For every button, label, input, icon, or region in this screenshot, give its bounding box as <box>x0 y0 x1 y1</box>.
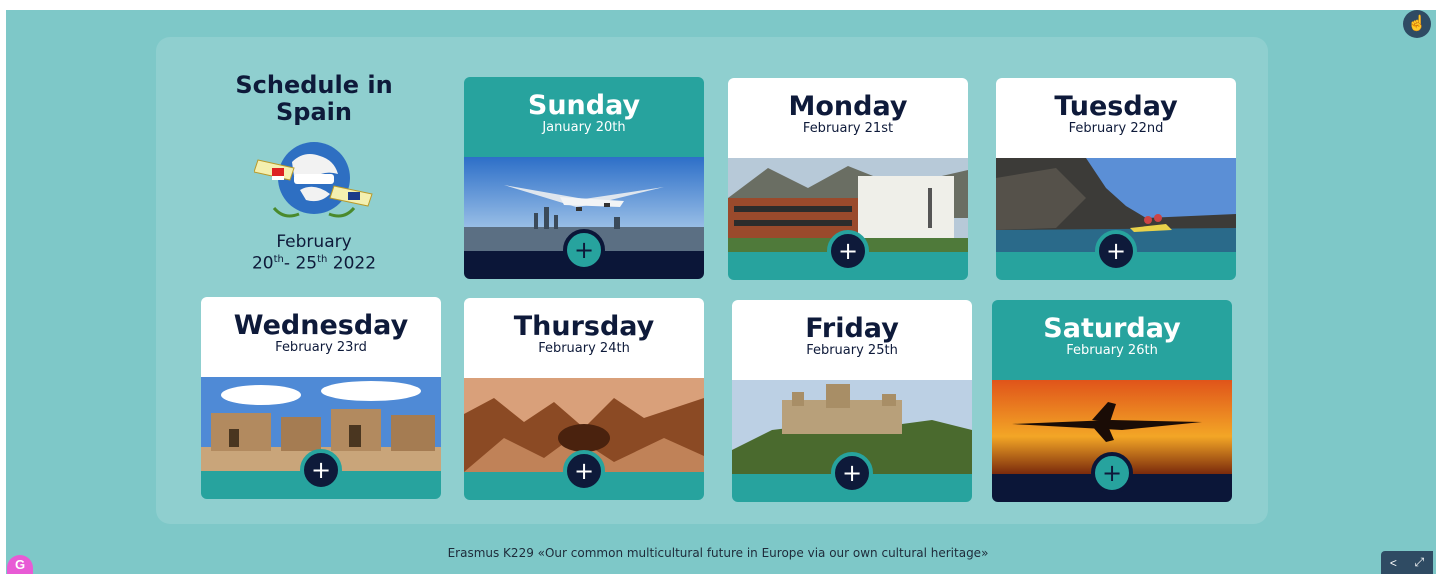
touch-icon[interactable]: ☝ <box>1403 10 1431 38</box>
card-date: January 20th <box>542 120 626 135</box>
expand-plus-button[interactable]: + <box>827 230 869 272</box>
date-range: 20th- 25th 2022 <box>214 251 414 273</box>
day-card-wednesday[interactable]: Wednesday February 23rd + <box>201 297 441 499</box>
day-card-sunday[interactable]: Sunday January 20th + <box>464 77 704 279</box>
card-day: Tuesday <box>1054 91 1178 122</box>
card-date: February 26th <box>1066 343 1158 358</box>
date-start-sup: th <box>273 254 284 265</box>
schedule-title: Schedule in Spain <box>214 72 414 126</box>
day-card-thursday[interactable]: Thursday February 24th + <box>464 298 704 500</box>
erasmus-logo <box>253 138 374 228</box>
expand-plus-button[interactable]: + <box>831 452 873 494</box>
card-day: Thursday <box>513 311 655 342</box>
expand-plus-button[interactable]: + <box>1095 230 1137 272</box>
title-line-1: Schedule in <box>235 71 393 99</box>
card-day: Friday <box>805 313 899 344</box>
fullscreen-icon[interactable]: ⤢ <box>1415 555 1425 570</box>
expand-plus-button[interactable]: + <box>1091 452 1133 494</box>
card-day: Sunday <box>527 90 641 121</box>
card-header: Tuesday February 22nd <box>996 78 1236 158</box>
share-icon[interactable]: < <box>1390 556 1397 570</box>
schedule-intro: Schedule in Spain February 20th- 25th 20… <box>214 72 414 273</box>
day-card-friday[interactable]: Friday February 25th + <box>732 300 972 502</box>
day-card-saturday[interactable]: Saturday February 26th + <box>992 300 1232 502</box>
card-header: Friday February 25th <box>732 300 972 380</box>
card-date: February 24th <box>538 341 630 356</box>
date-separator: - <box>283 253 296 274</box>
day-card-tuesday[interactable]: Tuesday February 22nd + <box>996 78 1236 280</box>
g-badge-icon[interactable]: G <box>7 555 33 574</box>
card-date: February 25th <box>806 343 898 358</box>
expand-plus-button[interactable]: + <box>563 229 605 271</box>
expand-plus-button[interactable]: + <box>300 449 342 491</box>
card-day: Wednesday <box>233 310 409 341</box>
card-header: Wednesday February 23rd <box>201 297 441 377</box>
day-card-monday[interactable]: Monday February 21st + <box>728 78 968 280</box>
card-date: February 23rd <box>275 340 367 355</box>
date-end-sup: th <box>317 254 328 265</box>
card-header: Saturday February 26th <box>992 300 1232 380</box>
card-date: February 22nd <box>1068 121 1164 136</box>
date-year: 2022 <box>327 253 377 274</box>
schedule-dates: February 20th- 25th 2022 <box>214 234 414 273</box>
card-header: Monday February 21st <box>728 78 968 158</box>
project-caption: Erasmus K229 «Our common multicultural f… <box>447 546 989 560</box>
card-header: Thursday February 24th <box>464 298 704 378</box>
card-day: Saturday <box>1043 313 1181 344</box>
date-month: February <box>276 232 352 252</box>
expand-plus-button[interactable]: + <box>563 450 605 492</box>
title-line-2: Spain <box>276 98 352 126</box>
card-date: February 21st <box>802 121 894 136</box>
date-end: 25 <box>295 253 318 274</box>
date-start: 20 <box>251 253 274 274</box>
card-header: Sunday January 20th <box>464 77 704 157</box>
presentation-controls: < ⤢ <box>1381 551 1433 574</box>
card-day: Monday <box>788 91 908 122</box>
